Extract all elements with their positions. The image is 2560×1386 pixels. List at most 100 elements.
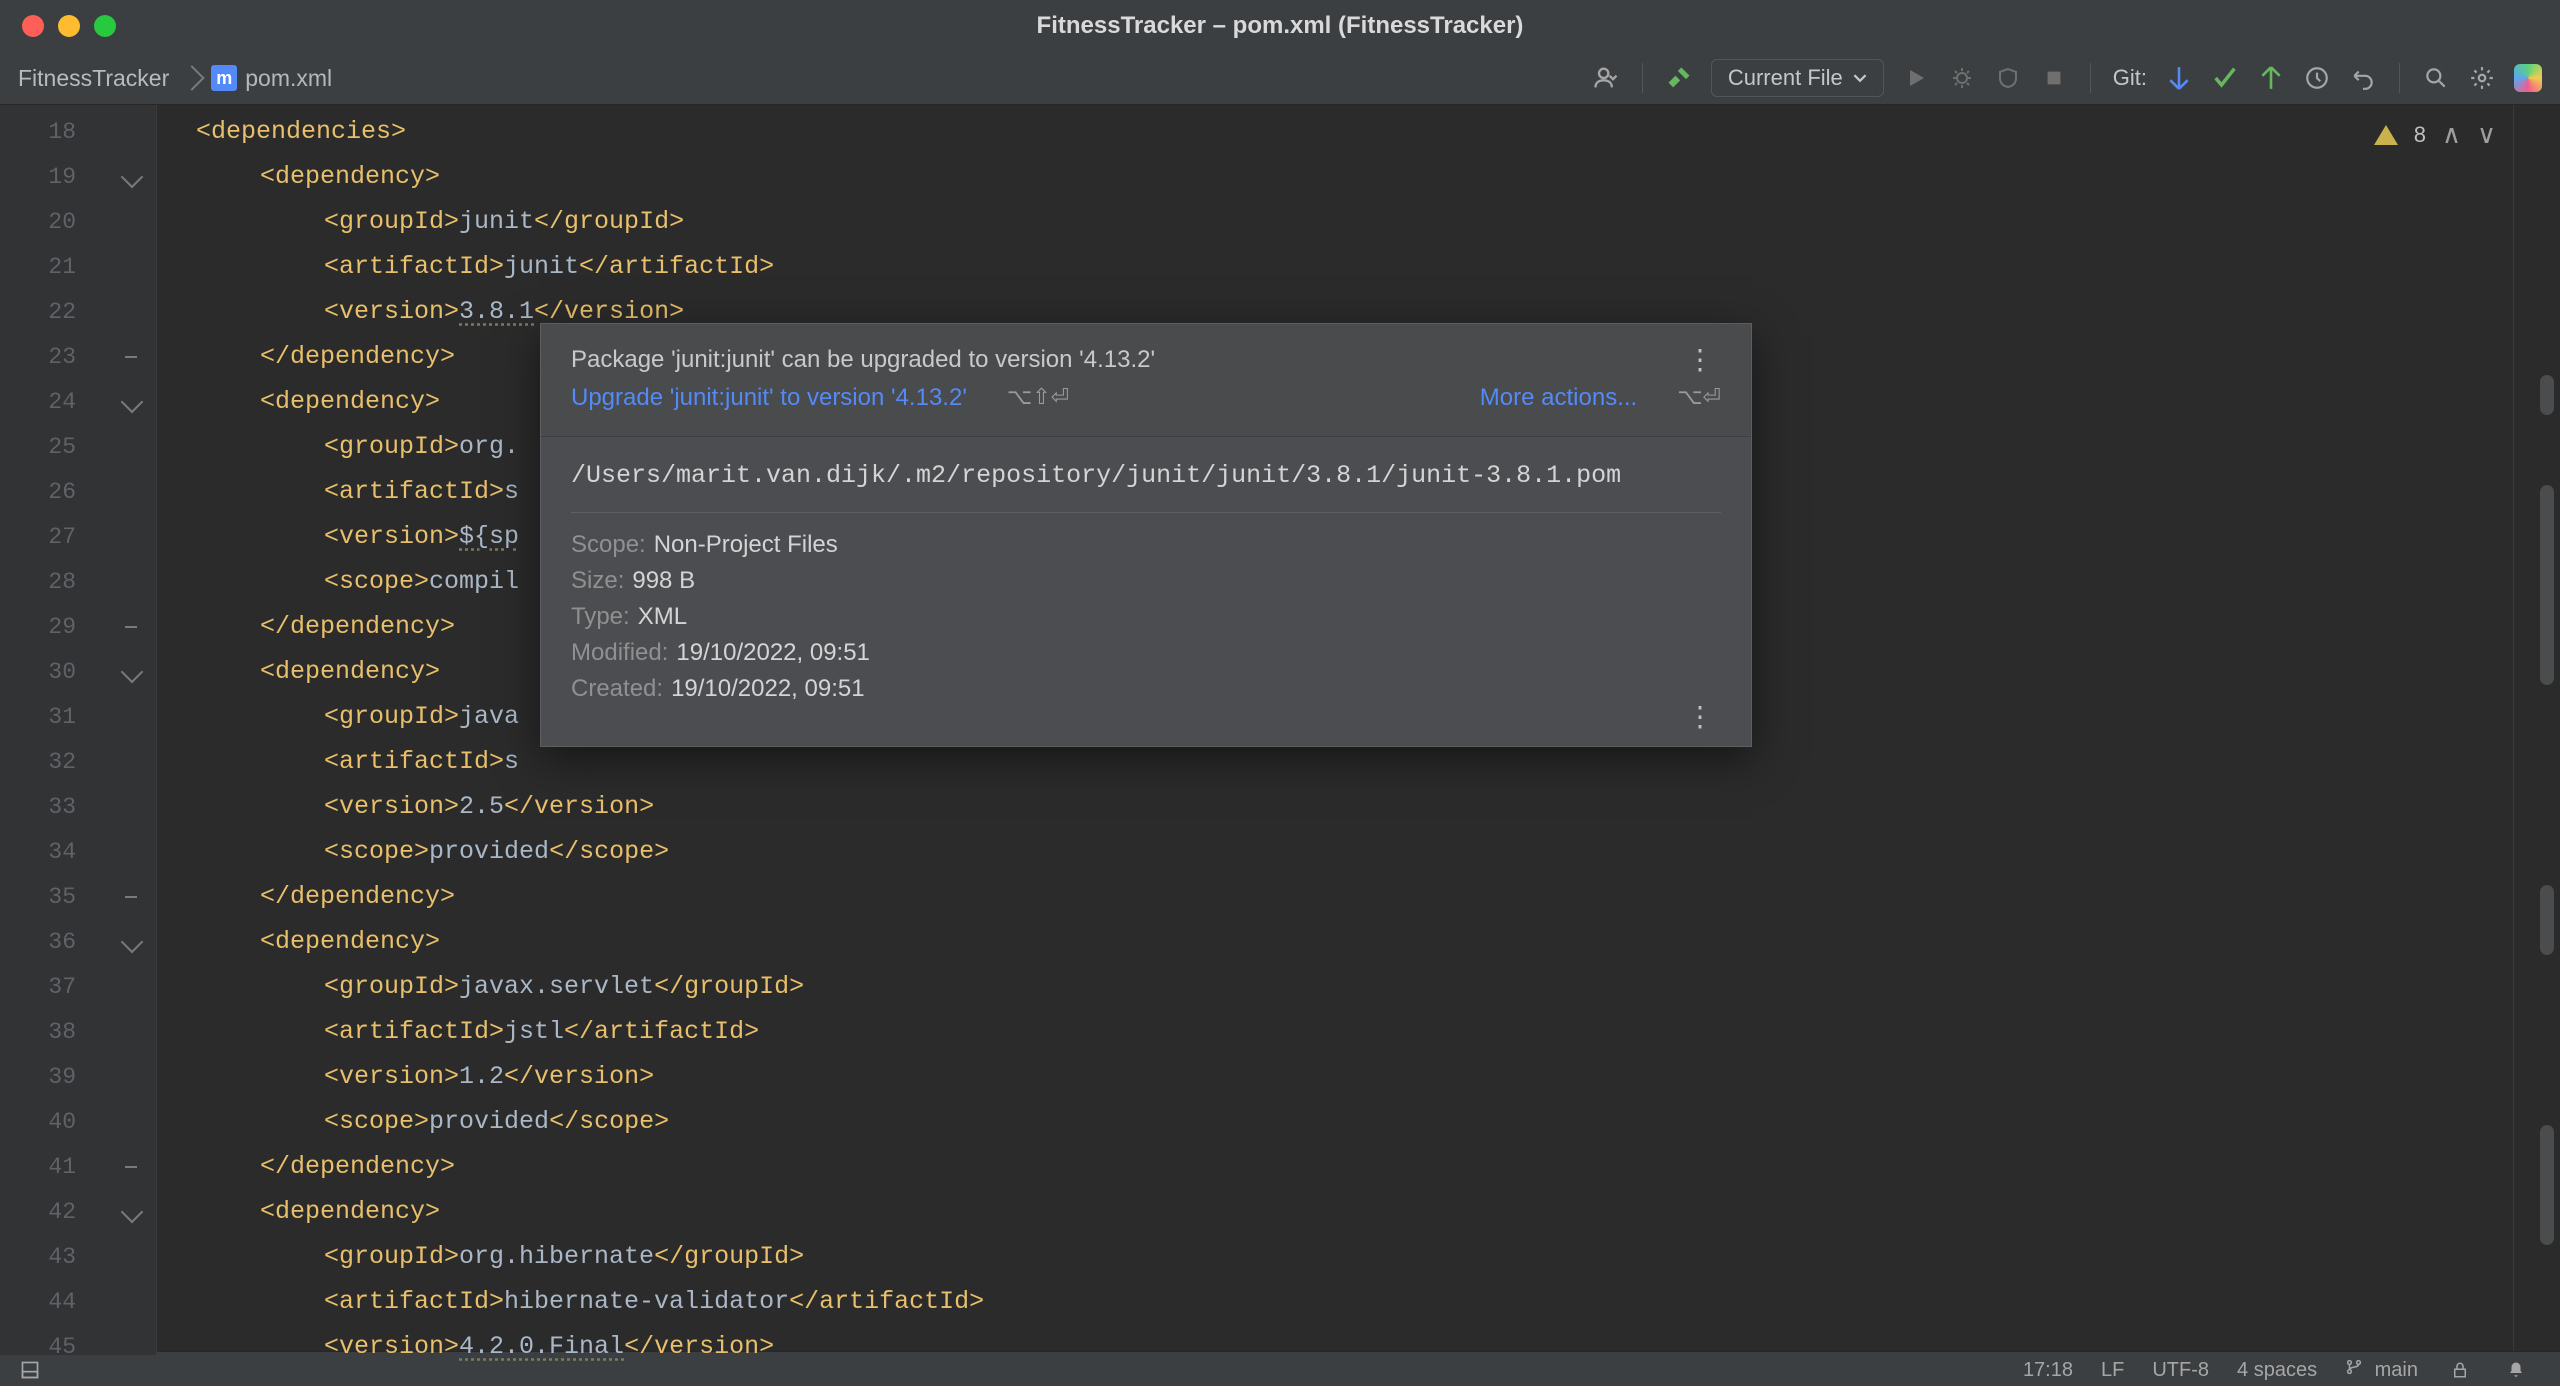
editor-gutter[interactable]: 1819202122232425262728293031323334353637… <box>0 105 157 1355</box>
gutter-line[interactable]: 43 <box>0 1234 156 1279</box>
gutter-line[interactable]: 39 <box>0 1054 156 1099</box>
fold-handle-icon[interactable] <box>121 1201 144 1224</box>
gutter-line[interactable]: 29 <box>0 604 156 649</box>
git-push-icon[interactable] <box>2257 64 2285 92</box>
minimize-window-icon[interactable] <box>58 15 80 37</box>
inspection-popup: Package 'junit:junit' can be upgraded to… <box>540 323 1752 747</box>
error-stripe[interactable] <box>2513 105 2560 1351</box>
code-line[interactable]: <dependencies> <box>156 109 2514 154</box>
gutter-line[interactable]: 27 <box>0 514 156 559</box>
popup-info-value: 19/10/2022, 09:51 <box>676 639 870 667</box>
next-problem-icon[interactable]: ∨ <box>2477 119 2496 150</box>
code-line[interactable]: <artifactId>jstl</artifactId> <box>156 1009 2514 1054</box>
gutter-line[interactable]: 21 <box>0 244 156 289</box>
git-commit-icon[interactable] <box>2211 64 2239 92</box>
popup-body-kebab-icon[interactable]: ⋮ <box>1686 711 1721 722</box>
gutter-line[interactable]: 31 <box>0 694 156 739</box>
fold-end-icon <box>125 1166 137 1168</box>
fold-end-icon <box>125 896 137 898</box>
fold-handle-icon[interactable] <box>121 391 144 414</box>
code-line[interactable]: <dependency> <box>156 1189 2514 1234</box>
fold-end-icon <box>125 626 137 628</box>
popup-title: Package 'junit:junit' can be upgraded to… <box>571 346 1155 374</box>
gutter-line[interactable]: 42 <box>0 1189 156 1234</box>
code-line[interactable]: </dependency> <box>156 1144 2514 1189</box>
problems-indicator[interactable]: 8 ∧ ∨ <box>2374 119 2496 150</box>
debug-icon[interactable] <box>1948 64 1976 92</box>
code-line[interactable]: <version>1.2</version> <box>156 1054 2514 1099</box>
build-hammer-icon[interactable] <box>1665 64 1693 92</box>
gutter-line[interactable]: 38 <box>0 1009 156 1054</box>
gutter-line[interactable]: 35 <box>0 874 156 919</box>
fold-handle-icon[interactable] <box>121 661 144 684</box>
gutter-line[interactable]: 24 <box>0 379 156 424</box>
prev-problem-icon[interactable]: ∧ <box>2442 119 2461 150</box>
popup-info-row: Type:XML <box>571 603 1721 631</box>
git-label: Git: <box>2113 65 2147 91</box>
code-line[interactable]: <artifactId>hibernate-validator</artifac… <box>156 1279 2514 1324</box>
gutter-line[interactable]: 28 <box>0 559 156 604</box>
code-line[interactable]: <scope>provided</scope> <box>156 1099 2514 1144</box>
gutter-line[interactable]: 23 <box>0 334 156 379</box>
breadcrumb-filename: pom.xml <box>245 65 332 92</box>
popup-more-actions[interactable]: More actions... <box>1480 384 1637 412</box>
code-line[interactable]: <dependency> <box>156 919 2514 964</box>
history-icon[interactable] <box>2303 64 2331 92</box>
gutter-line[interactable]: 32 <box>0 739 156 784</box>
breadcrumb-file[interactable]: m pom.xml <box>211 65 332 92</box>
breadcrumb-project[interactable]: FitnessTracker <box>18 65 169 92</box>
gutter-line[interactable]: 18 <box>0 109 156 154</box>
gutter-line[interactable]: 25 <box>0 424 156 469</box>
code-line[interactable]: <groupId>javax.servlet</groupId> <box>156 964 2514 1009</box>
gutter-line[interactable]: 30 <box>0 649 156 694</box>
gutter-line[interactable]: 33 <box>0 784 156 829</box>
chevron-down-icon <box>1853 71 1867 85</box>
run-icon[interactable] <box>1902 64 1930 92</box>
coverage-icon[interactable] <box>1994 64 2022 92</box>
stop-icon[interactable] <box>2040 64 2068 92</box>
gutter-line[interactable]: 41 <box>0 1144 156 1189</box>
popup-kebab-icon[interactable]: ⋮ <box>1686 354 1721 365</box>
gear-icon[interactable] <box>2468 64 2496 92</box>
popup-info-row: Modified:19/10/2022, 09:51 <box>571 639 1721 667</box>
code-line[interactable]: <scope>provided</scope> <box>156 829 2514 874</box>
rollback-icon[interactable] <box>2349 64 2377 92</box>
gutter-line[interactable]: 19 <box>0 154 156 199</box>
popup-info-key: Scope: <box>571 531 646 559</box>
maven-file-icon: m <box>211 65 237 91</box>
code-line[interactable]: <groupId>org.hibernate</groupId> <box>156 1234 2514 1279</box>
gutter-line[interactable]: 20 <box>0 199 156 244</box>
code-with-me-icon[interactable] <box>2514 64 2542 92</box>
zoom-window-icon[interactable] <box>94 15 116 37</box>
gutter-line[interactable]: 26 <box>0 469 156 514</box>
code-line[interactable]: <dependency> <box>156 154 2514 199</box>
gutter-line[interactable]: 36 <box>0 919 156 964</box>
gutter-line[interactable]: 22 <box>0 289 156 334</box>
popup-primary-action[interactable]: Upgrade 'junit:junit' to version '4.13.2… <box>571 384 967 412</box>
window-traffic-lights[interactable] <box>0 15 116 37</box>
gutter-line[interactable]: 45 <box>0 1324 156 1369</box>
problems-count: 8 <box>2414 122 2426 148</box>
popup-info-row: Size:998 B <box>571 567 1721 595</box>
code-line[interactable]: <groupId>junit</groupId> <box>156 199 2514 244</box>
code-line[interactable]: </dependency> <box>156 874 2514 919</box>
code-line[interactable]: <version>4.2.0.Final</version> <box>156 1324 2514 1369</box>
gutter-line[interactable]: 37 <box>0 964 156 1009</box>
git-pull-icon[interactable] <box>2165 64 2193 92</box>
close-window-icon[interactable] <box>22 15 44 37</box>
run-config-selector[interactable]: Current File <box>1711 59 1884 97</box>
user-switcher-icon[interactable] <box>1592 64 1620 92</box>
gutter-line[interactable]: 34 <box>0 829 156 874</box>
gutter-line[interactable]: 44 <box>0 1279 156 1324</box>
main-toolbar: FitnessTracker m pom.xml Current File <box>0 52 2560 105</box>
popup-info-value: Non-Project Files <box>654 531 838 559</box>
window-title: FitnessTracker – pom.xml (FitnessTracker… <box>0 12 2560 40</box>
code-line[interactable]: <artifactId>junit</artifactId> <box>156 244 2514 289</box>
code-line[interactable]: <version>2.5</version> <box>156 784 2514 829</box>
popup-info-row: Scope: Non-Project Files <box>571 531 1721 559</box>
fold-handle-icon[interactable] <box>121 931 144 954</box>
search-icon[interactable] <box>2422 64 2450 92</box>
fold-handle-icon[interactable] <box>121 166 144 189</box>
gutter-line[interactable]: 40 <box>0 1099 156 1144</box>
editor-area: 1819202122232425262728293031323334353637… <box>0 105 2560 1351</box>
